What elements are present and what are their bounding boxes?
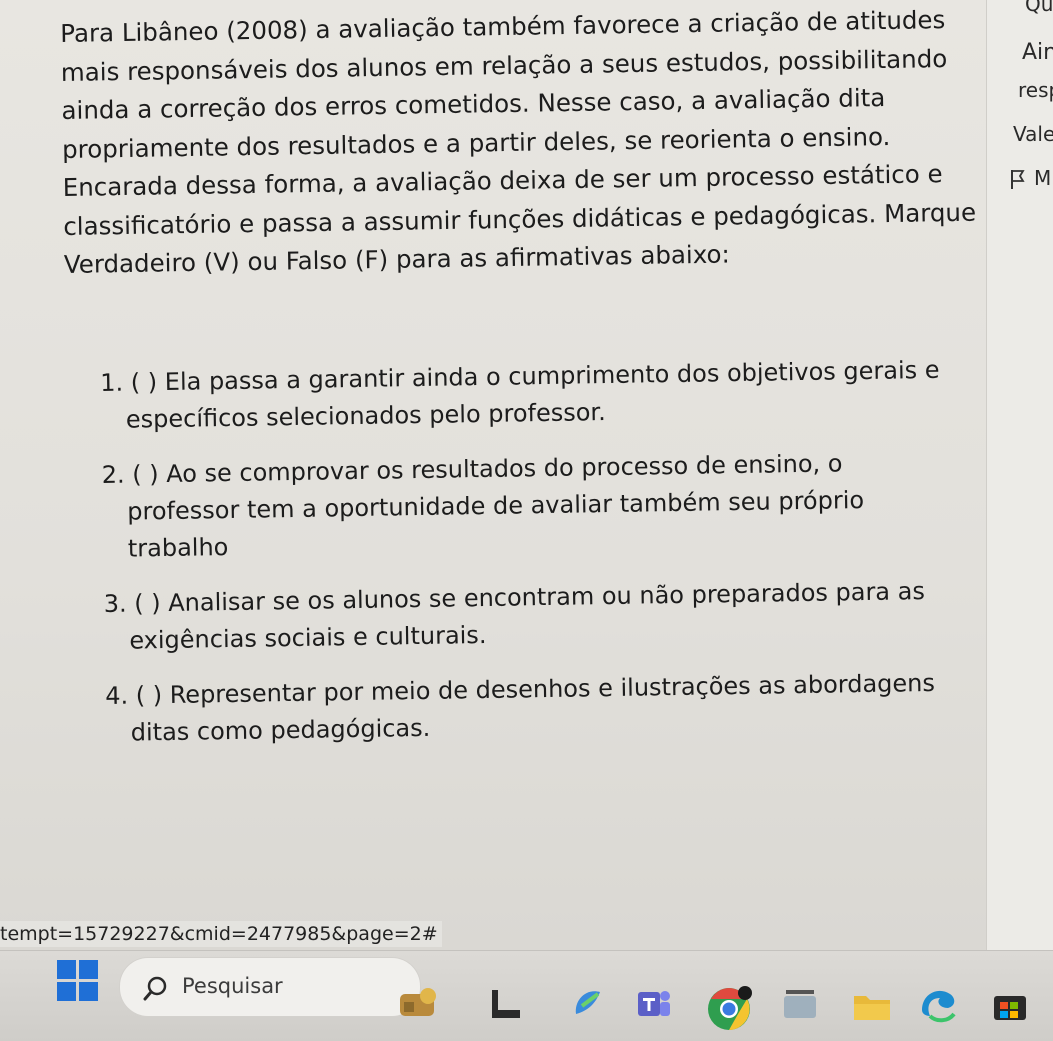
flag-question-icon[interactable] (1010, 168, 1026, 190)
widgets-icon[interactable] (398, 984, 438, 1024)
windows-logo-icon (57, 960, 76, 979)
statement-list: 1. ( ) Ela passa a garantir ainda o cump… (100, 351, 986, 770)
quiz-page: Qu Ain resp Vale M Para Libâneo (2008) a… (0, 0, 1053, 1041)
statement-item-2: 2. ( ) Ao se comprovar os resultados do … (101, 443, 983, 568)
windows-logo-icon (79, 960, 98, 979)
windows-start-button[interactable] (57, 960, 99, 1002)
statement-item-1: 1. ( ) Ela passa a garantir ainda o cump… (100, 351, 981, 439)
flag-question-label[interactable]: M (1034, 166, 1051, 190)
side-panel-text-2: resp (1018, 78, 1053, 102)
search-icon (143, 976, 167, 1001)
question-statement: Para Libâneo (2008) a avaliação também f… (60, 0, 1004, 284)
store-icon[interactable] (990, 984, 1030, 1024)
statement-item-4: 4. ( ) Representar por meio de desenhos … (105, 664, 986, 752)
search-placeholder[interactable]: Pesquisar (182, 974, 283, 998)
photos-icon[interactable] (568, 984, 608, 1024)
statement-item-3: 3. ( ) Analisar se os alunos se encontra… (103, 572, 984, 660)
teams-icon[interactable] (634, 984, 674, 1024)
side-panel-text-1: Ain (1022, 40, 1053, 65)
chrome-icon[interactable] (706, 986, 752, 1032)
edge-icon[interactable] (918, 984, 958, 1024)
side-panel-top-fragment: Qu (1025, 0, 1053, 16)
status-bar-url: tempt=15729227&cmid=2477985&page=2# (0, 921, 442, 947)
amazon-icon[interactable] (780, 984, 820, 1024)
windows-logo-icon (57, 982, 76, 1001)
windows-logo-icon (79, 982, 98, 1001)
file-explorer-icon[interactable] (486, 984, 526, 1024)
folder-icon[interactable] (852, 984, 892, 1024)
side-panel-text-3: Vale (1013, 122, 1053, 146)
